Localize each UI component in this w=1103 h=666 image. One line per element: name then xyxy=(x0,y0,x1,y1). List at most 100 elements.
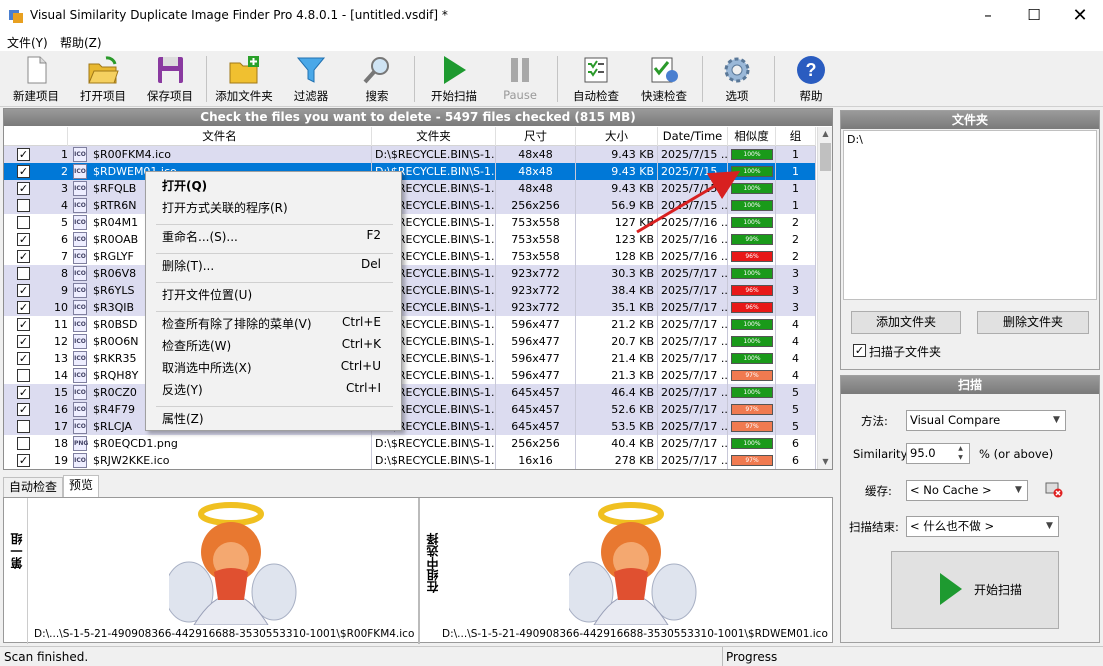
table-row[interactable]: ✓ 1 ICO $R00FKM4.ico D:\$RECYCLE.BIN\S-1... 4… xyxy=(4,146,816,163)
scan-end-select[interactable]: < 什么也不做 > ▼ xyxy=(906,516,1059,537)
table-row[interactable]: ✓ 2 ICO $RDWEM01.ico D:\$RECYCLE.BIN\S-1... 4… xyxy=(4,163,816,180)
table-row[interactable]: ✓ 6 ICO $R0OAB D:\$RECYCLE.BIN\S-1... 753x558… xyxy=(4,231,816,248)
table-row[interactable]: ✓ 16 ICO $R4F79 D:\$RECYCLE.BIN\S-1... 645x45… xyxy=(4,401,816,418)
row-checkbox[interactable] xyxy=(17,420,30,433)
auto-check-button[interactable]: 自动检查 xyxy=(566,54,626,106)
row-checkbox[interactable]: ✓ xyxy=(17,301,30,314)
table-row[interactable]: ✓ 10 ICO $R3QIB D:\$RECYCLE.BIN\S-1... 923x77… xyxy=(4,299,816,316)
table-row[interactable]: 4 ICO $RTR6N D:\$RECYCLE.BIN\S-1... 256x256 5… xyxy=(4,197,816,214)
filter-button[interactable]: 过滤器 xyxy=(286,54,336,106)
pause-button[interactable]: Pause xyxy=(495,54,545,106)
table-row[interactable]: ✓ 11 ICO $R0BSD D:\$RECYCLE.BIN\S-1... 596x47… xyxy=(4,316,816,333)
context-menu-item[interactable]: 取消选中所选(X) xyxy=(162,359,252,376)
table-row[interactable]: 17 ICO $RLCJA D:\$RECYCLE.BIN\S-1... 645x457… xyxy=(4,418,816,435)
size-cell: 40.4 KB xyxy=(576,435,658,452)
table-row[interactable]: ✓ 13 ICO $RKR35 D:\$RECYCLE.BIN\S-1... 596x47… xyxy=(4,350,816,367)
folder-list[interactable]: D:\ xyxy=(843,130,1097,300)
table-row[interactable]: 8 ICO $R06V8 D:\$RECYCLE.BIN\S-1... 923x772 3… xyxy=(4,265,816,282)
file-icon: ICO xyxy=(73,232,87,247)
open-project-label: 打开项目 xyxy=(80,89,126,103)
row-checkbox[interactable]: ✓ xyxy=(17,318,30,331)
row-checkbox[interactable]: ✓ xyxy=(17,148,30,161)
start-scan-button[interactable]: 开始扫描 xyxy=(891,551,1059,629)
context-menu-item[interactable]: 重命名...(S)... xyxy=(162,228,238,245)
row-checkbox[interactable]: ✓ xyxy=(17,233,30,246)
table-row[interactable]: 18 PNG $R0EQCD1.png D:\$RECYCLE.BIN\S-1... 2… xyxy=(4,435,816,452)
tab-preview[interactable]: 预览 xyxy=(63,475,100,497)
add-folder-panel-button[interactable]: 添加文件夹 xyxy=(851,311,961,334)
col-filename[interactable]: 文件名 xyxy=(68,127,372,146)
dimensions-cell: 16x16 xyxy=(496,452,576,469)
folder-item[interactable]: D:\ xyxy=(844,131,1096,148)
table-row[interactable]: 5 ICO $R04M1 D:\$RECYCLE.BIN\S-1... 753x558 1… xyxy=(4,214,816,231)
row-checkbox[interactable]: ✓ xyxy=(17,403,30,416)
context-menu-item[interactable]: 打开方式关联的程序(R) xyxy=(162,199,288,216)
scan-subfolders-checkbox[interactable]: ✓ xyxy=(853,344,866,357)
context-menu-item[interactable]: 属性(Z) xyxy=(162,410,204,427)
table-row[interactable]: ✓ 7 ICO $RGLYF D:\$RECYCLE.BIN\S-1... 753x558… xyxy=(4,248,816,265)
dimensions-cell: 596x477 xyxy=(496,367,576,384)
delete-folder-button[interactable]: 删除文件夹 xyxy=(977,311,1089,334)
help-button[interactable]: ? 帮助 xyxy=(786,54,836,106)
context-menu-item[interactable]: 检查所选(W) xyxy=(162,337,231,354)
row-checkbox[interactable] xyxy=(17,437,30,450)
table-row[interactable]: ✓ 12 ICO $R0O6N D:\$RECYCLE.BIN\S-1... 596x47… xyxy=(4,333,816,350)
preview-left-path: D:\...\S-1-5-21-490908366-442916688-3530… xyxy=(34,628,415,640)
new-project-button[interactable]: 新建项目 xyxy=(8,54,64,106)
file-icon: ICO xyxy=(73,198,87,213)
similarity-input[interactable]: 95.0 ▲ ▼ xyxy=(906,443,970,464)
row-checkbox[interactable] xyxy=(17,369,30,382)
search-button[interactable]: 搜索 xyxy=(352,54,402,106)
group-cell: 5 xyxy=(776,401,816,418)
row-checkbox[interactable]: ✓ xyxy=(17,454,30,467)
context-menu-item[interactable]: 打开文件位置(U) xyxy=(162,286,252,303)
col-dimensions[interactable]: 尺寸 xyxy=(496,127,576,146)
list-vertical-scrollbar[interactable]: ▲ ▼ xyxy=(817,127,832,469)
context-menu-item[interactable]: 反选(Y) xyxy=(162,381,203,398)
context-menu-item[interactable]: 检查所有除了排除的菜单(V) xyxy=(162,315,312,332)
col-date[interactable]: Date/Time xyxy=(658,127,728,146)
menu-file[interactable]: 文件(Y) xyxy=(7,34,48,51)
col-folder[interactable]: 文件夹 xyxy=(372,127,496,146)
scroll-up-arrow[interactable]: ▲ xyxy=(818,127,832,141)
clear-cache-icon[interactable] xyxy=(1045,482,1063,498)
options-button[interactable]: 选项 xyxy=(712,54,762,106)
maximize-button[interactable]: ☐ xyxy=(1011,0,1057,31)
col-similarity[interactable]: 相似度 xyxy=(728,127,776,146)
context-menu-shortcut: Ctrl+I xyxy=(346,381,381,395)
row-checkbox[interactable]: ✓ xyxy=(17,284,30,297)
scroll-thumb[interactable] xyxy=(820,143,831,171)
scan-end-label: 扫描结束: xyxy=(849,520,899,534)
add-folder-button[interactable]: 添加文件夹 xyxy=(212,54,276,106)
row-checkbox[interactable]: ✓ xyxy=(17,386,30,399)
row-checkbox[interactable]: ✓ xyxy=(17,352,30,365)
context-menu-item[interactable]: 删除(T)... xyxy=(162,257,214,274)
save-project-button[interactable]: 保存项目 xyxy=(142,54,198,106)
close-button[interactable]: ✕ xyxy=(1057,0,1103,31)
row-checkbox[interactable]: ✓ xyxy=(17,335,30,348)
context-menu-item[interactable]: 打开(Q) xyxy=(162,177,207,194)
tab-auto-check[interactable]: 自动检查 xyxy=(3,477,64,497)
menu-help[interactable]: 帮助(Z) xyxy=(60,34,102,51)
table-row[interactable]: ✓ 15 ICO $R0CZ0 D:\$RECYCLE.BIN\S-1... 645x45… xyxy=(4,384,816,401)
table-row[interactable]: ✓ 19 ICO $RJW2KKE.ico D:\$RECYCLE.BIN\S-1...… xyxy=(4,452,816,469)
row-checkbox[interactable] xyxy=(17,199,30,212)
row-checkbox[interactable]: ✓ xyxy=(17,250,30,263)
row-checkbox[interactable] xyxy=(17,216,30,229)
minimize-button[interactable]: – xyxy=(965,0,1011,31)
col-size[interactable]: 大小 xyxy=(576,127,658,146)
scroll-down-arrow[interactable]: ▼ xyxy=(818,455,832,469)
method-select[interactable]: Visual Compare ▼ xyxy=(906,410,1066,431)
col-group[interactable]: 组 xyxy=(776,127,816,146)
cache-select[interactable]: < No Cache > ▼ xyxy=(906,480,1028,501)
table-row[interactable]: 14 ICO $RQH8Y D:\$RECYCLE.BIN\S-1... 596x477… xyxy=(4,367,816,384)
start-scan-toolbar-button[interactable]: 开始扫描 xyxy=(424,54,484,106)
row-checkbox[interactable] xyxy=(17,267,30,280)
table-row[interactable]: ✓ 9 ICO $R6YLS D:\$RECYCLE.BIN\S-1... 923x772… xyxy=(4,282,816,299)
quick-check-button[interactable]: 快速检查 xyxy=(634,54,694,106)
list-title: Check the files you want to delete - 549… xyxy=(4,109,832,126)
table-row[interactable]: ✓ 3 ICO $RFQLB D:\$RECYCLE.BIN\S-1... 48x48 9.… xyxy=(4,180,816,197)
open-project-button[interactable]: 打开项目 xyxy=(74,54,132,106)
row-checkbox[interactable]: ✓ xyxy=(17,182,30,195)
row-checkbox[interactable]: ✓ xyxy=(17,165,30,178)
